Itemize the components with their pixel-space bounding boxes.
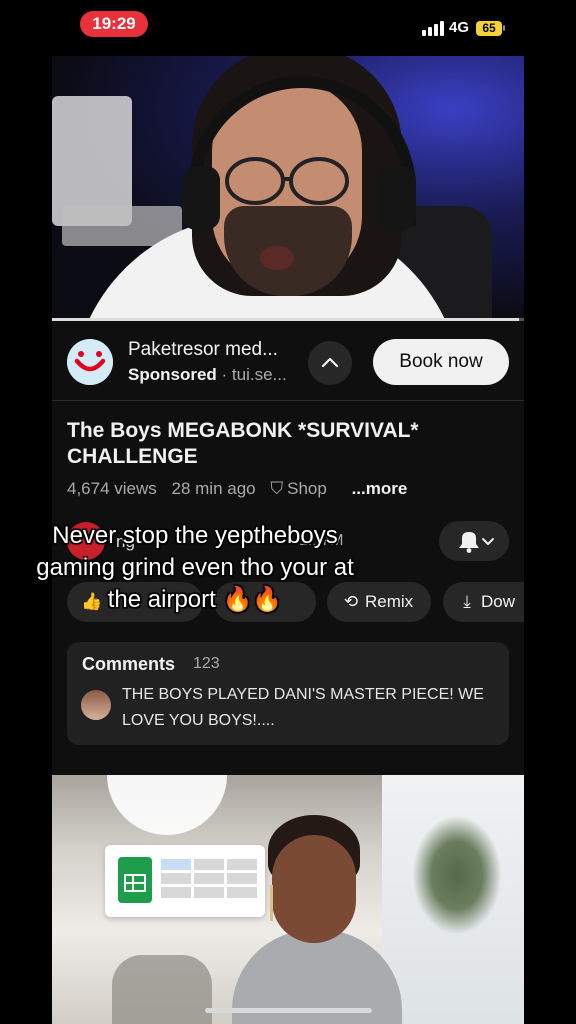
spreadsheet-card [105,845,265,917]
next-ad-thumbnail[interactable] [52,775,524,1024]
spreadsheet-grid [161,859,257,899]
top-comment-text: THE BOYS PLAYED DANI'S MASTER PIECE! WE … [122,686,484,729]
signal-icon [422,20,444,36]
video-meta[interactable]: 4,674 views 28 min ago ⛉ Shop ...more [67,479,417,499]
google-sheets-icon [118,857,152,903]
bell-icon [459,532,494,553]
headset-cup-right [378,166,416,230]
comments-header: Comments [82,654,176,674]
book-now-button[interactable]: Book now [373,339,509,385]
comments-count: 123 [193,655,220,672]
sponsored-label: Sponsored [128,365,217,384]
network-type: 4G [449,19,470,36]
video-progress-fill [52,318,520,321]
download-icon: ⤓ [463,592,471,611]
shop-link[interactable]: ⛉ Shop [270,479,336,498]
shopping-bag-icon: ⛉ [270,479,284,498]
ad-domain: · tui.se... [221,365,287,384]
upload-age: 28 min ago [171,479,256,498]
headset-cup-left [182,166,220,230]
earring [270,885,273,921]
battery-icon: 65 [476,21,502,36]
video-player[interactable] [52,56,524,321]
more-link[interactable]: ...more [352,479,408,498]
ad-subtitle: Sponsored · tui.se... [128,365,287,385]
ceiling-lamp [107,775,227,835]
person-mouth [260,246,294,270]
view-count: 4,674 views [67,479,157,498]
comments-panel[interactable]: Comments 123 THE BOYS PLAYED DANI'S MAST… [67,642,509,745]
download-label: Dow [481,592,516,611]
office-plant [412,815,502,935]
status-time: 19:29 [80,11,148,37]
sponsored-ad-row[interactable]: Paketresor med... Sponsored · tui.se... … [52,330,524,401]
ad-title: Paketresor med... [128,339,278,360]
home-indicator[interactable] [205,1008,372,1013]
video-progress-bar[interactable] [52,318,524,321]
chevron-up-icon [321,357,339,368]
notification-bell-button[interactable] [439,521,509,561]
video-title[interactable]: The Boys MEGABONK *SURVIVAL* CHALLENGE [67,418,507,470]
tui-logo-icon [67,339,113,385]
battery-tip [503,25,505,31]
shop-label: Shop [287,479,327,498]
status-bar: 19:29 4G 65 [0,0,576,48]
overlay-caption: Never stop the yeptheboys gaming grind e… [36,522,354,613]
download-button[interactable]: ⤓ Dow [443,582,524,622]
remix-label: Remix [365,592,414,611]
person-face [272,835,356,943]
collapse-ad-button[interactable] [308,341,352,385]
background-person [112,955,212,1024]
commenter-avatar [81,690,111,720]
